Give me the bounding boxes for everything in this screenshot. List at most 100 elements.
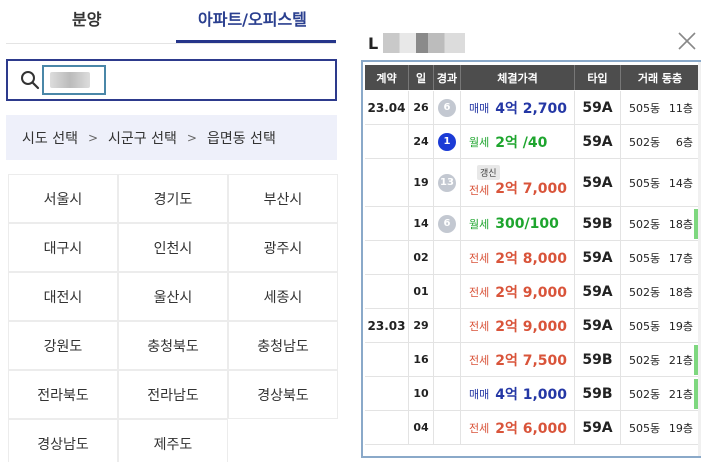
region-sejong[interactable]: 세종시 xyxy=(228,272,338,321)
breadcrumb-town[interactable]: 읍면동 선택 xyxy=(207,128,276,148)
building-number: 502동 xyxy=(629,387,661,401)
deal-type: 매매 xyxy=(469,101,490,115)
region-gyeonggi[interactable]: 경기도 xyxy=(118,174,228,223)
header-day: 일 xyxy=(409,65,434,90)
table-row[interactable]: 23.03 29 전세 2억 9,000 59A 505동 19층 xyxy=(365,309,699,343)
region-daejeon[interactable]: 대전시 xyxy=(8,272,118,321)
deal-amount: 2억 7,000 xyxy=(495,181,568,197)
transaction-table: 계약 일 경과 체결가격 타입 거래 동층 23.04 26 6 매매 4억 2,700… xyxy=(361,60,701,458)
contract-day: 01 xyxy=(409,275,434,308)
unit-location: 502동 21층 xyxy=(621,377,699,410)
scrollbar[interactable] xyxy=(698,62,701,456)
unit-type: 59A xyxy=(575,159,621,206)
contract-day: 26 xyxy=(409,91,434,124)
floor-number: 18층 xyxy=(668,217,693,231)
floor-number: 11층 xyxy=(668,101,693,115)
region-jeonnam[interactable]: 전라남도 xyxy=(118,370,228,419)
building-number: 505동 xyxy=(629,251,661,265)
elapsed-badge: 1 xyxy=(438,132,456,151)
table-row[interactable]: 01 전세 2억 9,000 59A 502동 18층 xyxy=(365,275,699,309)
contract-month: 23.03 xyxy=(365,309,409,342)
floor-number: 14층 xyxy=(668,176,693,190)
deal-type: 전세 xyxy=(469,285,490,299)
table-row[interactable]: 24 1 월세 2억 /40 59A 502동 6층 xyxy=(365,125,699,159)
building-number: 502동 xyxy=(629,285,661,299)
table-row[interactable]: 16 전세 2억 7,500 59B 502동 21층 xyxy=(365,343,699,377)
search-icon[interactable] xyxy=(20,70,40,90)
building-number: 502동 xyxy=(629,353,661,367)
table-row[interactable]: 23.04 26 6 매매 4억 2,700 59A 505동 11층 xyxy=(365,91,699,125)
contract-day: 24 xyxy=(409,125,434,158)
region-gangwon[interactable]: 강원도 xyxy=(8,321,118,370)
deal-amount: 2억 9,000 xyxy=(495,318,568,335)
floor-number: 21층 xyxy=(668,387,693,401)
region-ulsan[interactable]: 울산시 xyxy=(118,272,228,321)
table-row[interactable]: 14 6 월세 300/100 59B 502동 18층 xyxy=(365,207,699,241)
unit-location: 505동 19층 xyxy=(621,309,699,342)
table-row[interactable]: 04 전세 2억 6,000 59A 505동 19층 xyxy=(365,411,699,445)
region-gyeongbuk[interactable]: 경상북도 xyxy=(228,370,338,419)
floor-number: 18층 xyxy=(668,285,693,299)
unit-location: 505동 17층 xyxy=(621,241,699,274)
region-jeonbuk[interactable]: 전라북도 xyxy=(8,370,118,419)
contract-day: 29 xyxy=(409,309,434,342)
contract-day: 19 xyxy=(409,159,434,206)
table-row[interactable]: 10 매매 4억 1,000 59B 502동 21층 xyxy=(365,377,699,411)
tab-divider xyxy=(6,43,336,44)
table-row[interactable]: 19 13 갱신 전세 2억 7,000 59A 505동 14층 xyxy=(365,159,699,207)
deal-type: 전세 xyxy=(469,184,490,197)
elapsed-cell xyxy=(434,241,461,274)
breadcrumb-district[interactable]: 시군구 선택 xyxy=(108,128,177,148)
redacted-title xyxy=(383,33,465,53)
price-cell: 갱신 전세 2억 7,000 xyxy=(461,159,575,206)
region-jeju[interactable]: 제주도 xyxy=(118,419,228,462)
close-icon[interactable] xyxy=(676,30,698,52)
deal-amount: 4억 2,700 xyxy=(495,100,568,117)
elapsed-badge: 6 xyxy=(438,214,456,233)
unit-location: 505동 19층 xyxy=(621,411,699,444)
region-gyeongnam[interactable]: 경상남도 xyxy=(8,419,118,462)
building-number: 505동 xyxy=(629,319,661,333)
tab-apartment-officetel[interactable]: 아파트/오피스텔 xyxy=(198,6,307,30)
tab-presale[interactable]: 분양 xyxy=(72,6,101,30)
unit-type: 59B xyxy=(575,207,621,240)
region-busan[interactable]: 부산시 xyxy=(228,174,338,223)
table-row[interactable]: 02 전세 2억 8,000 59A 505동 17층 xyxy=(365,241,699,275)
deal-amount: 2억 9,000 xyxy=(495,284,568,301)
region-daegu[interactable]: 대구시 xyxy=(8,223,118,272)
breadcrumb-separator: > xyxy=(186,130,197,145)
header-elapsed: 경과 xyxy=(434,65,461,90)
unit-location: 502동 6층 xyxy=(621,125,699,158)
breadcrumb-province[interactable]: 시도 선택 xyxy=(22,128,78,148)
building-number: 505동 xyxy=(629,101,661,115)
contract-month xyxy=(365,207,409,240)
elapsed-cell xyxy=(434,377,461,410)
contract-month xyxy=(365,377,409,410)
deal-type: 월세 xyxy=(469,217,490,231)
header-price: 체결가격 xyxy=(461,65,575,90)
deal-type: 전세 xyxy=(469,251,490,265)
price-cell: 전세 2억 9,000 xyxy=(461,309,575,342)
tab-bar: 분양 아파트/오피스텔 xyxy=(0,0,345,46)
deal-amount: 2억 8,000 xyxy=(495,250,568,267)
unit-location: 502동 18층 xyxy=(621,275,699,308)
elapsed-cell xyxy=(434,309,461,342)
contract-day: 02 xyxy=(409,241,434,274)
region-seoul[interactable]: 서울시 xyxy=(8,174,118,223)
search-box xyxy=(6,59,337,101)
deal-amount: 4억 1,000 xyxy=(495,386,568,403)
region-incheon[interactable]: 인천시 xyxy=(118,223,228,272)
unit-location: 505동 14층 xyxy=(621,159,699,206)
redacted-search-text xyxy=(50,72,90,88)
unit-location: 502동 18층 xyxy=(621,207,699,240)
region-chungbuk[interactable]: 충청북도 xyxy=(118,321,228,370)
region-breadcrumb: 시도 선택 > 시군구 선택 > 읍면동 선택 xyxy=(6,115,337,160)
region-gwangju[interactable]: 광주시 xyxy=(228,223,338,272)
region-chungnam[interactable]: 충청남도 xyxy=(228,321,338,370)
price-cell: 전세 2억 9,000 xyxy=(461,275,575,308)
contract-month xyxy=(365,275,409,308)
deal-type: 전세 xyxy=(469,421,490,435)
unit-type: 59A xyxy=(575,241,621,274)
unit-type: 59B xyxy=(575,343,621,376)
deal-type: 매매 xyxy=(469,387,490,401)
